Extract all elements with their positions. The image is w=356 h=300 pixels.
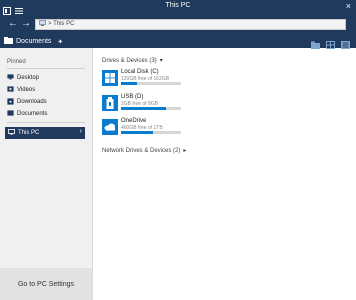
close-icon[interactable]: × (346, 1, 351, 12)
drive-name: Local Disk (C) (121, 69, 159, 75)
drives-section-label: Drives & Devices (3) (102, 57, 157, 64)
sidebar-item-label: Videos (17, 87, 36, 93)
sidebar-item-videos[interactable]: Videos (7, 85, 35, 95)
usb-drive-icon (102, 95, 118, 111)
sidebar: Pinned Desktop Videos Downloads Document… (0, 48, 93, 300)
location-title: Documents (16, 38, 52, 45)
address-bar: ← → > This PC (0, 15, 356, 34)
pinned-heading: Pinned (7, 59, 26, 65)
onedrive-cloud-icon (102, 119, 118, 135)
network-section-header[interactable]: Network Drives & Devices (2) ▸ (102, 147, 187, 155)
sidebar-item-label: Downloads (17, 99, 47, 105)
sidebar-item-documents[interactable]: Documents (7, 109, 47, 119)
chevron-right-icon: › (79, 128, 82, 135)
divider (7, 122, 85, 123)
drive-usage-bar (121, 107, 181, 110)
divider (7, 68, 85, 69)
address-input[interactable]: > This PC (35, 19, 346, 30)
drive-name: OneDrive (121, 118, 147, 124)
chevron-right-icon: ▸ (183, 148, 187, 154)
pc-settings-label: Go to PC Settings (17, 280, 75, 288)
sidebar-item-label: This PC (18, 130, 40, 136)
downloads-icon (7, 97, 14, 107)
windows-logo-icon (102, 70, 118, 86)
drive-usage-bar (121, 82, 181, 85)
title-bar: This PC × (0, 0, 356, 15)
drive-usage-bar (121, 131, 181, 134)
computer-icon (39, 19, 46, 30)
forward-arrow-icon[interactable]: → (21, 18, 31, 29)
main-content: Drives & Devices (3) ▾ Local Disk (C) 12… (94, 48, 356, 300)
sidebar-item-desktop[interactable]: Desktop (7, 73, 39, 83)
pin-icon[interactable]: ✦ (57, 38, 63, 46)
sidebar-item-this-pc[interactable]: This PC › (5, 127, 85, 139)
pc-settings-button[interactable]: Go to PC Settings (0, 268, 92, 300)
sidebar-item-label: Desktop (17, 75, 40, 81)
videos-icon (7, 86, 14, 94)
sidebar-item-label: Documents (17, 111, 48, 117)
computer-icon (8, 129, 15, 137)
drive-local-disk-c[interactable]: Local Disk (C) 120GB free of 162GB (102, 69, 192, 91)
documents-icon (7, 110, 14, 118)
drive-usb-d[interactable]: USB (D) 2GB free of 8GB (102, 94, 192, 116)
desktop-icon (7, 74, 14, 82)
drive-onedrive[interactable]: OneDrive 460GB free of 1TB (102, 118, 192, 140)
address-path: > This PC (48, 21, 75, 27)
documents-folder-icon (4, 37, 13, 46)
drive-usage-fill (121, 107, 166, 110)
drive-usage-fill (121, 131, 154, 134)
back-arrow-icon[interactable]: ← (8, 18, 18, 29)
sidebar-item-downloads[interactable]: Downloads (7, 97, 47, 107)
chevron-down-icon: ▾ (159, 58, 163, 64)
drives-section-header[interactable]: Drives & Devices (3) ▾ (102, 57, 163, 65)
drive-usage-fill (121, 82, 137, 85)
location-bar: Documents ✦ (0, 34, 356, 49)
drive-name: USB (D) (121, 94, 144, 100)
window-title: This PC (165, 2, 191, 9)
network-section-label: Network Drives & Devices (2) (102, 147, 181, 154)
